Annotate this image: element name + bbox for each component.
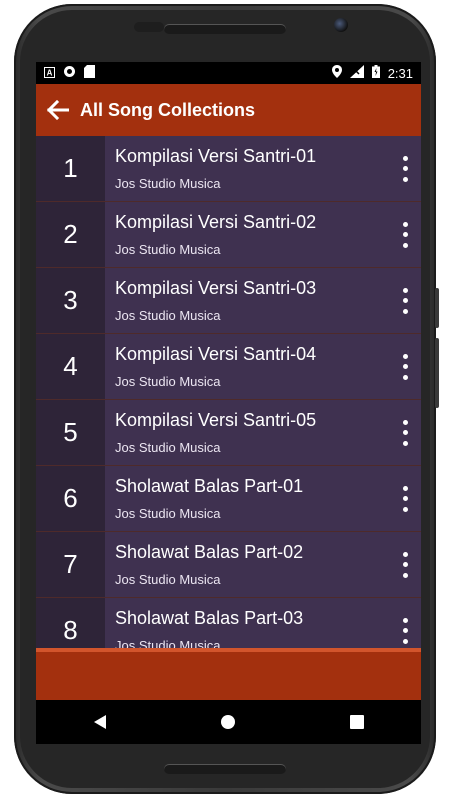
bottom-banner	[36, 648, 421, 700]
song-number: 2	[36, 202, 105, 267]
more-options-icon[interactable]	[397, 615, 413, 647]
more-options-icon[interactable]	[397, 285, 413, 317]
a-icon: A	[44, 66, 55, 81]
song-number: 4	[36, 334, 105, 399]
nav-home-button[interactable]	[198, 700, 258, 744]
list-item[interactable]: 5 Kompilasi Versi Santri-05 Jos Studio M…	[36, 400, 421, 466]
more-options-icon[interactable]	[397, 153, 413, 185]
list-item[interactable]: 2 Kompilasi Versi Santri-02 Jos Studio M…	[36, 202, 421, 268]
signal-icon	[349, 65, 364, 81]
arrow-back-icon	[47, 100, 69, 120]
battery-icon	[371, 65, 380, 81]
device-screen: A 2:31 All Song Collections 1 Kompilasi …	[36, 62, 421, 744]
home-circle-icon	[221, 715, 236, 729]
song-list[interactable]: 1 Kompilasi Versi Santri-01 Jos Studio M…	[36, 136, 421, 648]
back-triangle-icon	[94, 715, 107, 729]
song-title: Kompilasi Versi Santri-01	[115, 146, 317, 166]
song-info: Kompilasi Versi Santri-01 Jos Studio Mus…	[105, 136, 421, 201]
proximity-sensor	[134, 22, 164, 32]
more-options-icon[interactable]	[397, 549, 413, 581]
song-artist: Jos Studio Musica	[115, 638, 221, 648]
nav-back-button[interactable]	[70, 700, 130, 744]
circle-icon	[63, 65, 76, 81]
system-nav-bar	[36, 700, 421, 744]
list-item[interactable]: 8 Sholawat Balas Part-03 Jos Studio Musi…	[36, 598, 421, 648]
song-title: Sholawat Balas Part-02	[115, 542, 304, 562]
song-title: Sholawat Balas Part-03	[115, 608, 304, 628]
earpiece-speaker	[164, 24, 286, 34]
song-number: 1	[36, 136, 105, 201]
list-item[interactable]: 3 Kompilasi Versi Santri-03 Jos Studio M…	[36, 268, 421, 334]
song-info: Kompilasi Versi Santri-05 Jos Studio Mus…	[105, 400, 421, 465]
recents-square-icon	[349, 715, 364, 729]
song-artist: Jos Studio Musica	[115, 572, 221, 587]
song-artist: Jos Studio Musica	[115, 506, 221, 521]
more-options-icon[interactable]	[397, 417, 413, 449]
song-number: 6	[36, 466, 105, 531]
page-title: All Song Collections	[80, 99, 256, 120]
list-item[interactable]: 1 Kompilasi Versi Santri-01 Jos Studio M…	[36, 136, 421, 202]
song-info: Kompilasi Versi Santri-03 Jos Studio Mus…	[105, 268, 421, 333]
volume-button	[435, 288, 439, 328]
nav-recents-button[interactable]	[327, 700, 387, 744]
list-item[interactable]: 4 Kompilasi Versi Santri-04 Jos Studio M…	[36, 334, 421, 400]
song-artist: Jos Studio Musica	[115, 374, 221, 389]
location-icon	[331, 65, 342, 81]
song-artist: Jos Studio Musica	[115, 176, 221, 191]
song-number: 3	[36, 268, 105, 333]
song-info: Sholawat Balas Part-02 Jos Studio Musica	[105, 532, 421, 597]
song-title: Kompilasi Versi Santri-03	[115, 278, 317, 298]
back-button[interactable]	[38, 84, 78, 136]
song-info: Kompilasi Versi Santri-02 Jos Studio Mus…	[105, 202, 421, 267]
power-button	[435, 338, 439, 408]
status-bar: A 2:31	[36, 62, 421, 84]
svg-text:A: A	[47, 68, 53, 77]
song-info: Sholawat Balas Part-03 Jos Studio Musica	[105, 598, 421, 648]
song-number: 5	[36, 400, 105, 465]
song-number: 7	[36, 532, 105, 597]
song-number: 8	[36, 598, 105, 648]
status-time: 2:31	[387, 65, 413, 81]
more-options-icon[interactable]	[397, 219, 413, 251]
song-info: Sholawat Balas Part-01 Jos Studio Musica	[105, 466, 421, 531]
song-artist: Jos Studio Musica	[115, 242, 221, 257]
song-artist: Jos Studio Musica	[115, 440, 221, 455]
bottom-speaker	[164, 764, 286, 774]
song-title: Kompilasi Versi Santri-05	[115, 410, 317, 430]
song-title: Kompilasi Versi Santri-04	[115, 344, 317, 364]
song-title: Sholawat Balas Part-01	[115, 476, 304, 496]
app-bar: All Song Collections	[36, 84, 421, 136]
song-artist: Jos Studio Musica	[115, 308, 221, 323]
song-title: Kompilasi Versi Santri-02	[115, 212, 317, 232]
list-item[interactable]: 7 Sholawat Balas Part-02 Jos Studio Musi…	[36, 532, 421, 598]
list-item[interactable]: 6 Sholawat Balas Part-01 Jos Studio Musi…	[36, 466, 421, 532]
more-options-icon[interactable]	[397, 351, 413, 383]
sd-card-icon	[84, 65, 95, 81]
more-options-icon[interactable]	[397, 483, 413, 515]
front-camera-icon	[334, 18, 348, 32]
song-info: Kompilasi Versi Santri-04 Jos Studio Mus…	[105, 334, 421, 399]
